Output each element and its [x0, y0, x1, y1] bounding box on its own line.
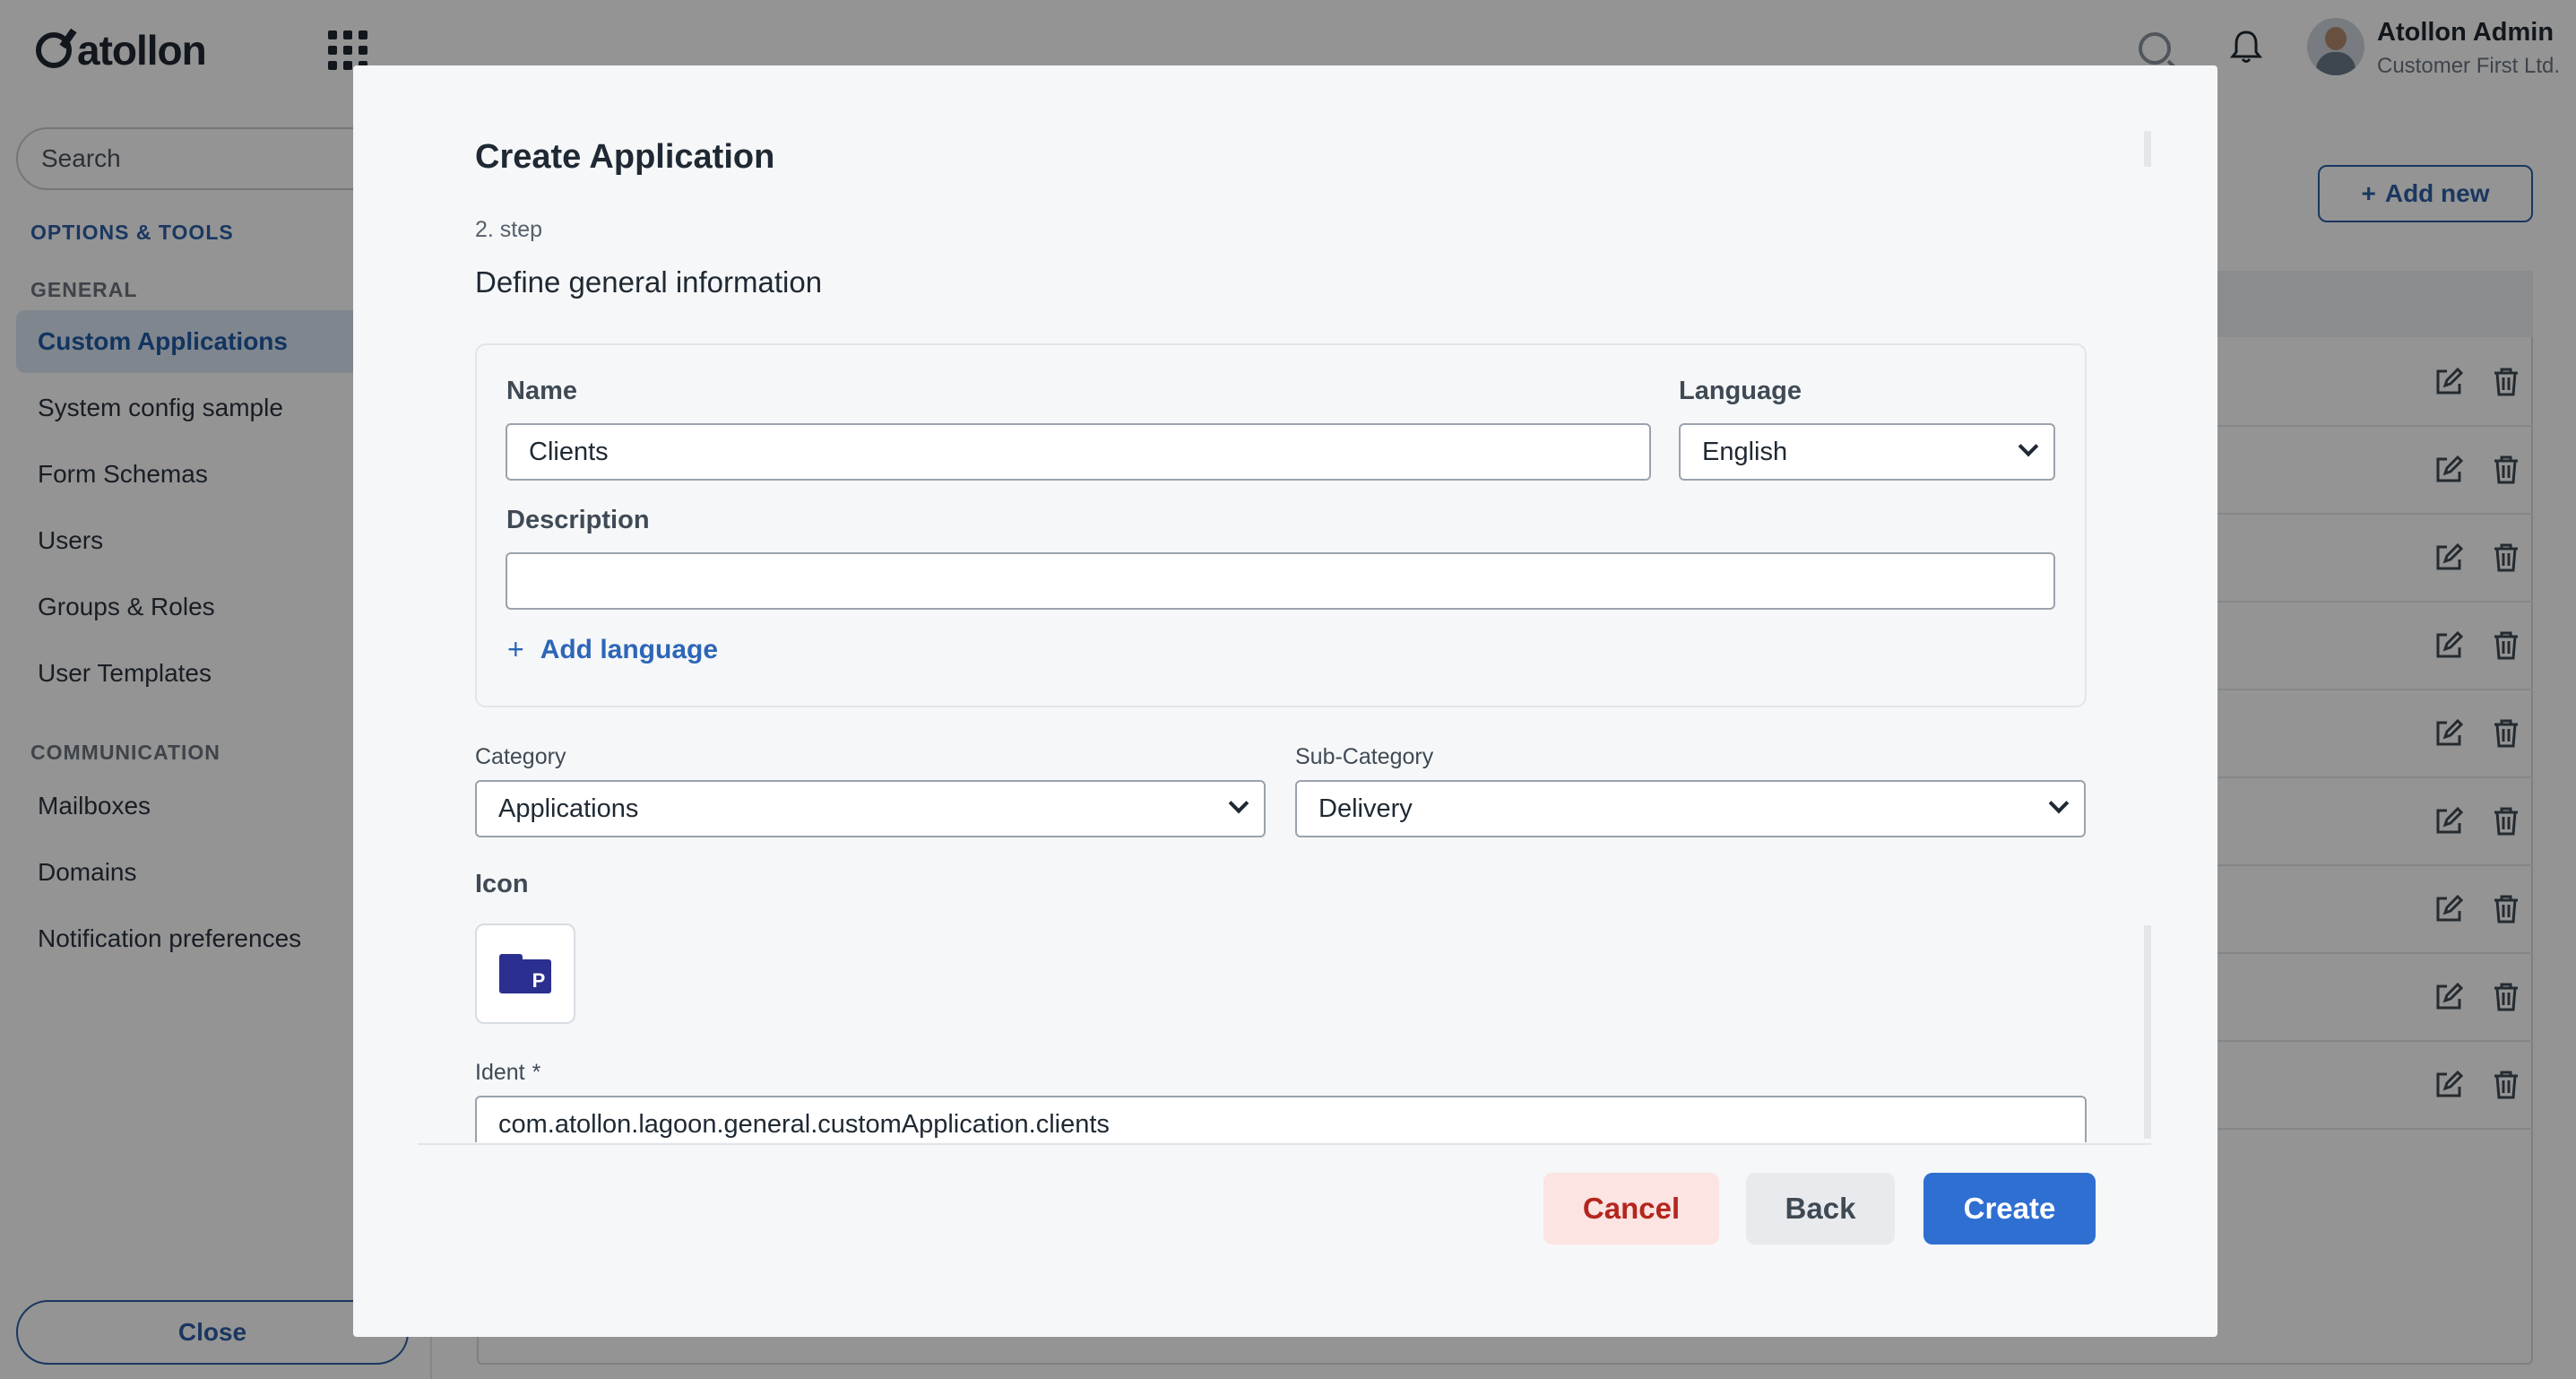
required-marker: * — [532, 1060, 541, 1085]
folder-icon: P — [499, 954, 551, 993]
dialog-footer-divider — [418, 1143, 2151, 1145]
ident-label-text: Ident — [475, 1060, 525, 1085]
plus-icon: + — [507, 633, 524, 665]
chevron-down-icon — [2048, 793, 2070, 814]
dialog-title: Create Application — [475, 138, 775, 176]
name-input[interactable]: Clients — [506, 423, 1651, 481]
ident-label: Ident * — [475, 1060, 540, 1086]
subcategory-select[interactable]: Delivery — [1295, 780, 2086, 837]
scrollbar-track[interactable] — [2144, 131, 2151, 167]
folder-badge: P — [532, 969, 546, 992]
subcategory-label: Sub-Category — [1295, 744, 1434, 769]
create-button[interactable]: Create — [1923, 1173, 2096, 1245]
language-label: Language — [1679, 377, 1802, 405]
language-value: English — [1702, 437, 1788, 466]
name-label: Name — [506, 377, 577, 405]
description-input[interactable] — [506, 552, 2055, 610]
icon-picker[interactable]: P — [475, 924, 575, 1024]
add-language-label: Add language — [540, 634, 719, 664]
icon-label: Icon — [475, 870, 529, 898]
back-button[interactable]: Back — [1746, 1173, 1895, 1245]
category-select[interactable]: Applications — [475, 780, 1266, 837]
chevron-down-icon — [1228, 793, 1249, 814]
add-language-button[interactable]: + Add language — [507, 633, 718, 666]
description-label: Description — [506, 506, 650, 534]
language-select[interactable]: English — [1679, 423, 2055, 481]
category-label: Category — [475, 744, 566, 769]
step-label: 2. step — [475, 217, 543, 242]
scrollbar-thumb[interactable] — [2144, 925, 2151, 1139]
subcategory-value: Delivery — [1318, 794, 1413, 823]
cancel-button[interactable]: Cancel — [1543, 1173, 1719, 1245]
ident-field-viewport: com.atollon.lagoon.general.customApplica… — [475, 1096, 2088, 1142]
category-value: Applications — [498, 794, 639, 823]
ident-input[interactable]: com.atollon.lagoon.general.customApplica… — [475, 1096, 2087, 1142]
step-heading: Define general information — [475, 265, 823, 299]
chevron-down-icon — [2018, 436, 2039, 457]
